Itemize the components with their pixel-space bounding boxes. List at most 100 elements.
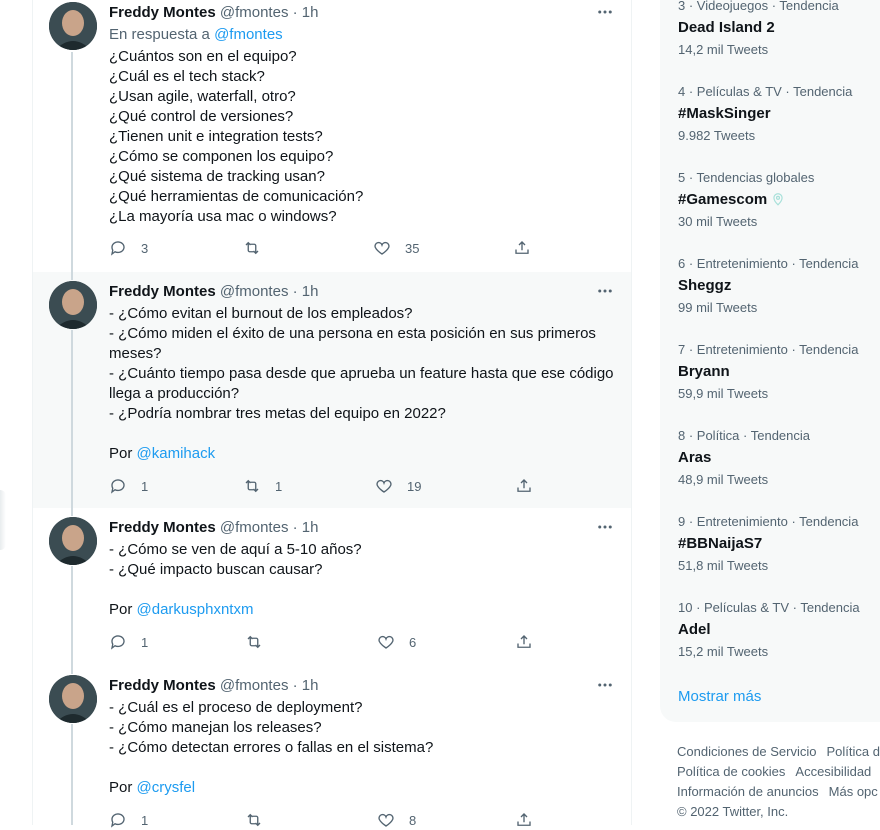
trend-name: Bryann — [678, 363, 730, 380]
reply-button[interactable]: 1 — [109, 632, 148, 652]
tweet[interactable]: Freddy Montes @fmontes · 1h - ¿Cómo evit… — [33, 272, 631, 508]
author-name[interactable]: Freddy Montes — [109, 4, 216, 21]
tweet-time[interactable]: 1h — [302, 283, 319, 300]
trend-item[interactable]: 5 · Tendencias globales #Gamescom 30 mil… — [678, 170, 880, 230]
share-button[interactable] — [515, 476, 533, 496]
credit-handle[interactable]: @darkusphxntxm — [137, 601, 254, 618]
author-name[interactable]: Freddy Montes — [109, 519, 216, 536]
ads-info-link[interactable]: Información de anuncios — [677, 784, 819, 799]
trend-count: 51,8 mil Tweets — [678, 558, 769, 573]
accessibility-link[interactable]: Accesibilidad — [795, 764, 871, 779]
retweet-button[interactable]: 1 — [243, 476, 282, 496]
tweet[interactable]: Freddy Montes @fmontes · 1h En respuesta… — [33, 0, 631, 272]
trend-count: 48,9 mil Tweets — [678, 472, 769, 487]
trend-item[interactable]: 8 · Política · Tendencia Aras 48,9 mil T… — [678, 428, 880, 488]
reply-count: 1 — [141, 478, 149, 494]
more-options-icon[interactable] — [591, 281, 619, 301]
trend-count: 15,2 mil Tweets — [678, 644, 769, 659]
tweet-credit: Por @darkusphxntxm — [109, 600, 619, 620]
author-handle[interactable]: @fmontes — [220, 677, 289, 694]
share-icon — [515, 241, 529, 254]
reply-button[interactable]: 1 — [109, 810, 148, 830]
avatar[interactable] — [49, 517, 97, 565]
like-button[interactable]: 35 — [373, 238, 419, 258]
trend-item[interactable]: 9 · Entretenimiento · Tendencia #BBNaija… — [678, 514, 880, 574]
credit-label: Por — [109, 445, 137, 462]
footer: Condiciones de Servicio Política de Polít… — [677, 742, 880, 822]
retweet-button[interactable] — [245, 632, 277, 652]
tweet-actions: 1 6 — [109, 632, 539, 652]
reply-icon — [110, 635, 125, 650]
retweet-icon — [247, 635, 261, 649]
copyright: © 2022 Twitter, Inc. — [677, 804, 789, 819]
cookies-link[interactable]: Política de cookies — [677, 764, 785, 779]
trend-count: 99 mil Tweets — [678, 300, 758, 315]
reply-icon — [110, 479, 125, 494]
dot-separator: · — [292, 4, 298, 21]
retweet-icon — [245, 479, 259, 493]
trend-category: 3 · Videojuegos · Tendencia — [678, 0, 839, 13]
tweet-time[interactable]: 1h — [302, 519, 319, 536]
author-handle[interactable]: @fmontes — [220, 4, 289, 21]
trend-category: 6 · Entretenimiento · Tendencia — [678, 256, 859, 271]
like-button[interactable]: 6 — [377, 632, 416, 652]
timeline: Freddy Montes @fmontes · 1h En respuesta… — [32, 0, 632, 828]
tweet[interactable]: Freddy Montes @fmontes · 1h - ¿Cuál es e… — [33, 666, 631, 828]
tweet-credit: Por @kamihack — [109, 444, 619, 464]
author-handle[interactable]: @fmontes — [220, 519, 289, 536]
tweet[interactable]: Freddy Montes @fmontes · 1h - ¿Cómo se v… — [33, 508, 631, 666]
show-more-link[interactable]: Mostrar más — [678, 688, 761, 705]
credit-handle[interactable]: @crysfel — [137, 779, 196, 796]
share-button[interactable] — [513, 238, 531, 258]
share-button[interactable] — [515, 632, 533, 652]
trend-item[interactable]: 7 · Entretenimiento · Tendencia Bryann 5… — [678, 342, 880, 402]
avatar[interactable] — [49, 2, 97, 50]
author-name[interactable]: Freddy Montes — [109, 283, 216, 300]
like-button[interactable]: 19 — [375, 476, 421, 496]
replying-to-handle[interactable]: @fmontes — [214, 26, 283, 43]
retweet-button[interactable] — [243, 238, 275, 258]
tweet-time[interactable]: 1h — [302, 4, 319, 21]
thread-line — [71, 272, 73, 280]
share-button[interactable] — [515, 810, 533, 830]
retweet-count: 1 — [275, 478, 283, 494]
trend-item[interactable]: 6 · Entretenimiento · Tendencia Sheggz 9… — [678, 256, 880, 316]
tweet-time[interactable]: 1h — [302, 677, 319, 694]
trend-category: 5 · Tendencias globales — [678, 170, 815, 185]
avatar[interactable] — [49, 281, 97, 329]
trend-name: Adel — [678, 621, 711, 638]
tweet-actions: 1 8 — [109, 810, 539, 830]
reply-button[interactable]: 3 — [109, 238, 148, 258]
terms-link[interactable]: Condiciones de Servicio — [677, 744, 816, 759]
more-options-link[interactable]: Más opc — [829, 784, 878, 799]
like-button[interactable]: 8 — [377, 810, 416, 830]
trend-category: 9 · Entretenimiento · Tendencia — [678, 514, 859, 529]
trend-item[interactable]: 3 · Videojuegos · Tendencia Dead Island … — [678, 0, 880, 58]
more-options-icon[interactable] — [591, 675, 619, 695]
trend-item[interactable]: 10 · Películas & TV · Tendencia Adel 15,… — [678, 600, 880, 660]
avatar[interactable] — [49, 675, 97, 723]
more-options-icon[interactable] — [591, 517, 619, 537]
trends-panel: 3 · Videojuegos · Tendencia Dead Island … — [660, 0, 880, 722]
replying-to: En respuesta a @fmontes — [109, 25, 283, 45]
reply-button[interactable]: 1 — [109, 476, 148, 496]
dot-separator: · — [292, 677, 298, 694]
credit-handle[interactable]: @kamihack — [137, 445, 216, 462]
trend-count: 14,2 mil Tweets — [678, 42, 769, 57]
trend-category: 10 · Películas & TV · Tendencia — [678, 600, 860, 615]
trend-count: 9.982 Tweets — [678, 128, 756, 143]
privacy-link[interactable]: Política de — [826, 744, 880, 759]
trend-category: 7 · Entretenimiento · Tendencia — [678, 342, 859, 357]
thread-line — [71, 330, 73, 508]
tweet-text: ¿Cuántos son en el equipo? ¿Cuál es el t… — [109, 48, 364, 225]
author-name[interactable]: Freddy Montes — [109, 677, 216, 694]
author-handle[interactable]: @fmontes — [220, 283, 289, 300]
retweet-button[interactable] — [245, 810, 277, 830]
tweet-credit: Por @crysfel — [109, 778, 619, 798]
heart-icon — [376, 479, 392, 493]
trend-item[interactable]: 4 · Películas & TV · Tendencia #MaskSing… — [678, 84, 880, 144]
reply-count: 1 — [141, 634, 149, 650]
trend-category: 4 · Películas & TV · Tendencia — [678, 84, 853, 99]
more-options-icon[interactable] — [591, 2, 619, 22]
thread-line — [71, 508, 73, 516]
